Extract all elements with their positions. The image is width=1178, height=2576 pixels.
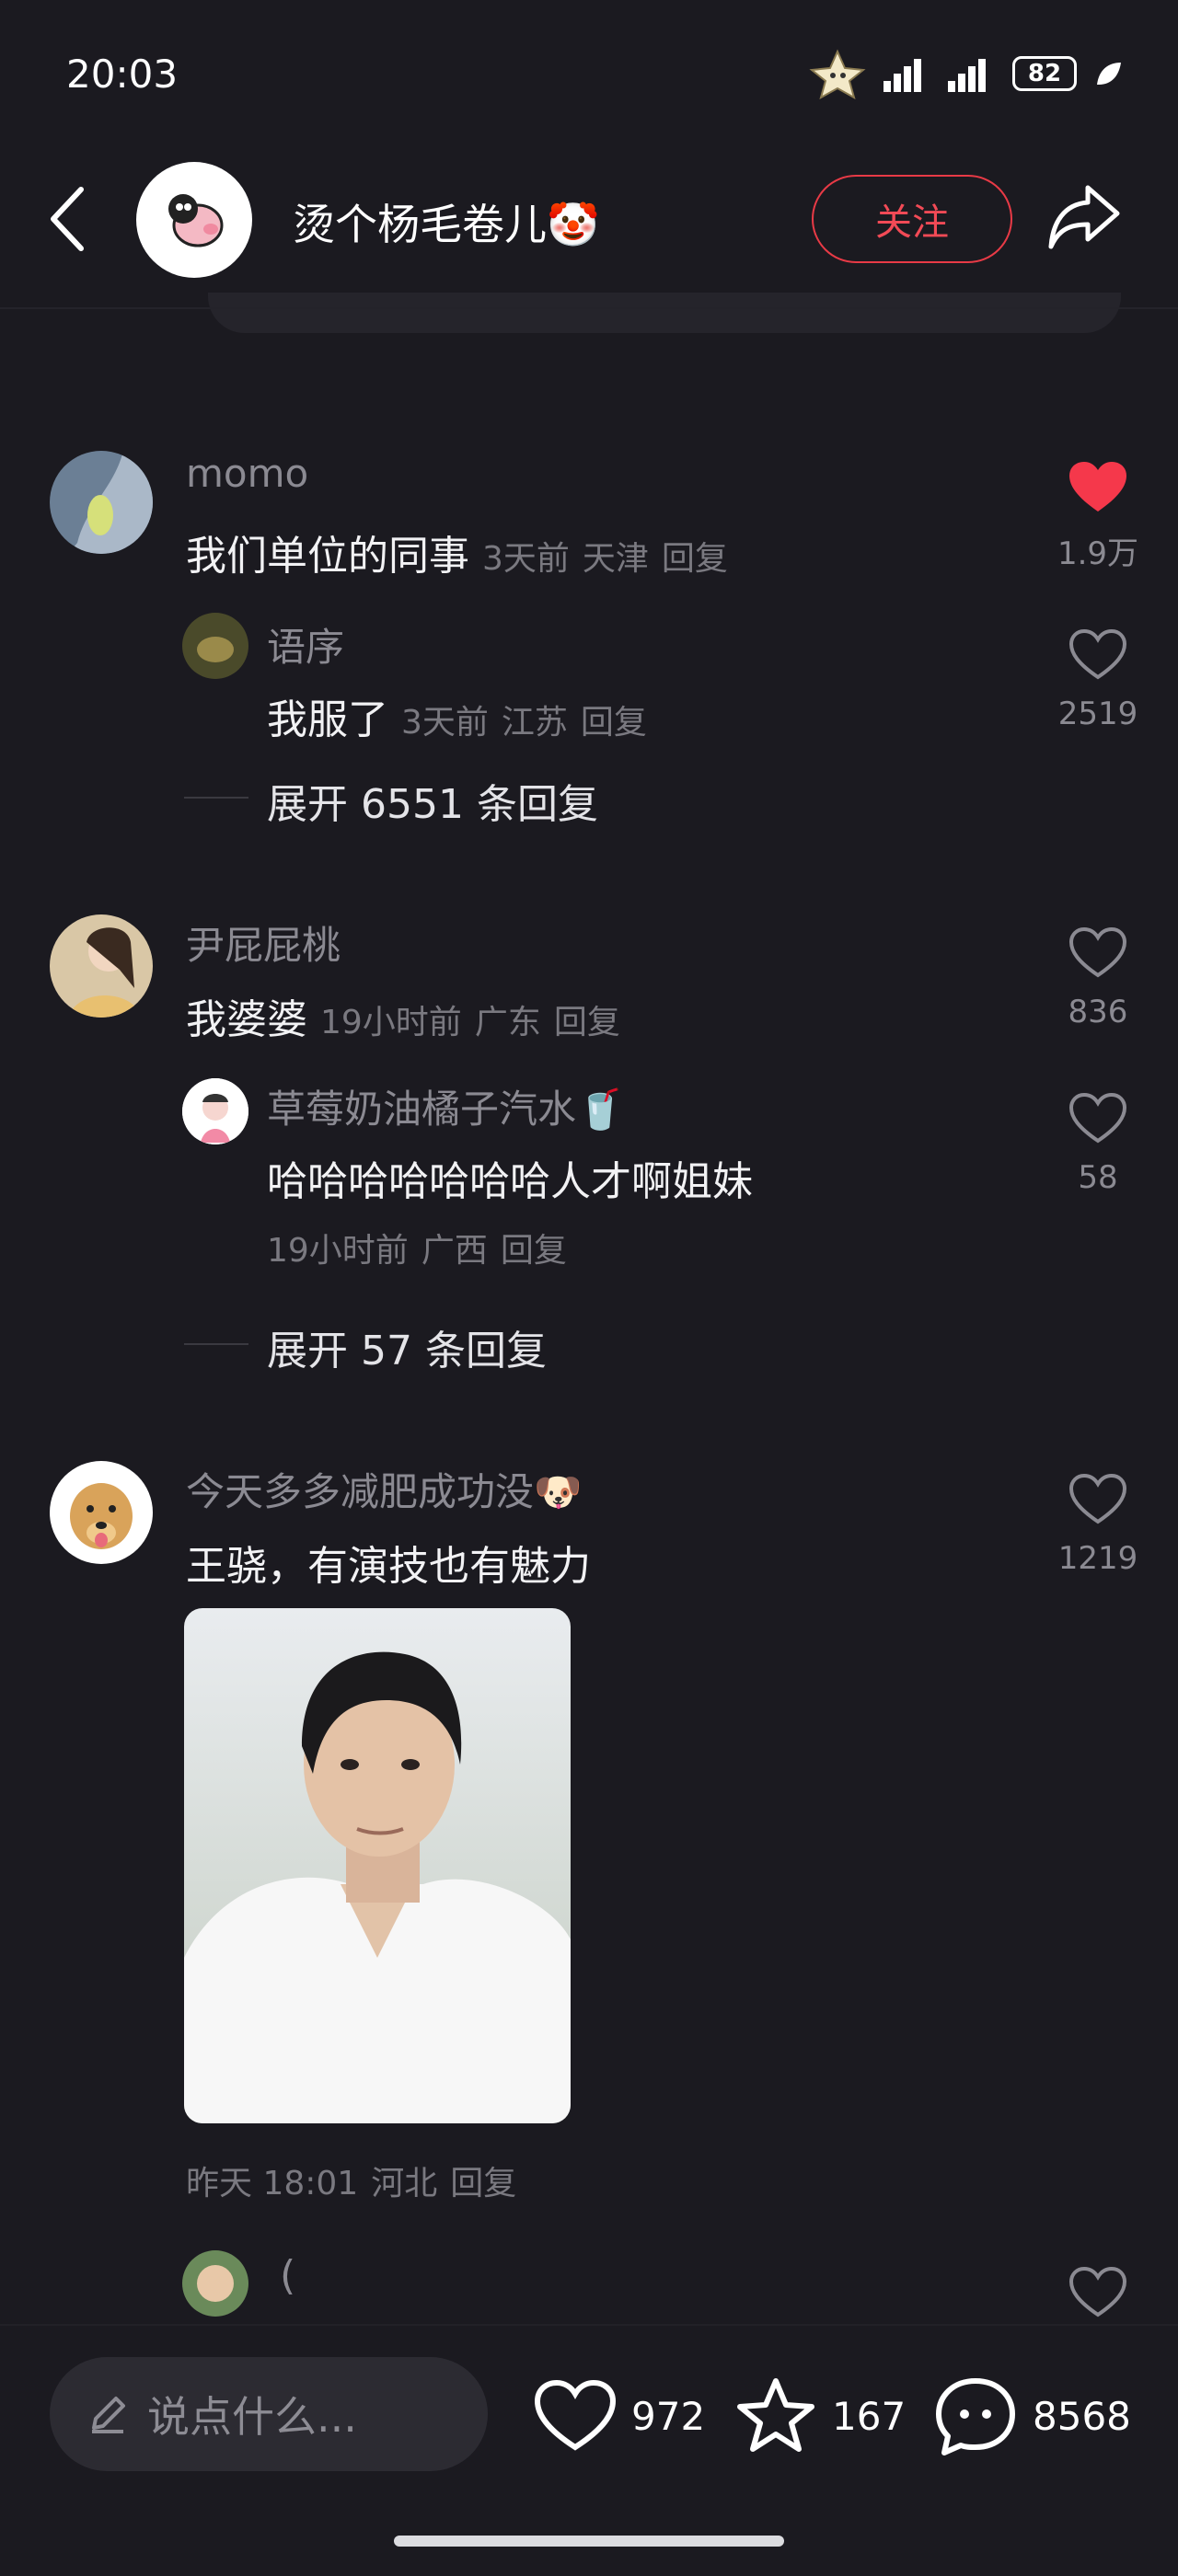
reply-time: 3天前 <box>401 704 489 742</box>
avatar-image <box>182 1078 248 1144</box>
status-time: 20:03 <box>66 52 179 97</box>
comment-avatar[interactable] <box>50 451 153 554</box>
comment-bubble-icon <box>936 2378 1015 2455</box>
bottom-divider <box>0 2324 1178 2326</box>
reply-avatar[interactable] <box>182 2250 248 2317</box>
comment-time: 昨天 18:01 <box>186 2165 359 2202</box>
comment-avatar[interactable] <box>50 1461 153 1564</box>
comment-avatar[interactable] <box>50 914 153 1018</box>
star-outline-icon <box>737 2378 814 2452</box>
comment-time: 19小时前 <box>320 1004 462 1041</box>
follow-button[interactable]: 关注 <box>812 175 1012 263</box>
like-count: 2519 <box>1057 696 1138 732</box>
like-button[interactable]: 58 <box>1047 1091 1149 1196</box>
signal-icon <box>884 59 921 92</box>
like-button[interactable]: 2519 <box>1047 627 1149 732</box>
photo-portrait <box>184 1608 571 2123</box>
comment-body: 我们单位的同事 3天前 天津 回复 <box>186 523 728 581</box>
reply-button[interactable]: 回复 <box>662 532 728 580</box>
share-icon <box>1048 185 1120 249</box>
heart-outline-icon <box>1068 926 1127 978</box>
comment-username[interactable]: momo <box>186 451 308 496</box>
reply-text: 我服了 <box>267 696 388 743</box>
like-button[interactable]: 836 <box>1047 926 1149 1030</box>
heart-outline-icon <box>1068 1092 1127 1144</box>
reply-button[interactable]: 回复 <box>554 995 620 1043</box>
like-count: 836 <box>1068 994 1128 1030</box>
heart-outline-icon <box>1068 2266 1127 2317</box>
dog-avatar-image <box>50 1461 153 1564</box>
home-indicator[interactable] <box>394 2536 784 2547</box>
back-button[interactable] <box>46 184 87 258</box>
reply-avatar[interactable] <box>182 613 248 679</box>
comment-username[interactable]: 今天多多减肥成功没🐶 <box>186 1461 582 1517</box>
reply-username[interactable]: 草莓奶油橘子汽水🥤 <box>267 1078 624 1134</box>
bottom-comment-button[interactable]: 8568 <box>933 2375 1131 2456</box>
author-avatar[interactable] <box>136 162 252 278</box>
bottom-like-button[interactable]: 972 <box>534 2379 705 2453</box>
reply-avatar[interactable] <box>182 1078 248 1144</box>
expand-replies-button[interactable]: 展开 6551 条回复 <box>267 771 598 830</box>
comment-location: 河北 <box>371 2165 438 2202</box>
reply-button[interactable]: 回复 <box>501 1224 567 1271</box>
reply-button[interactable]: 回复 <box>450 2156 516 2204</box>
leaf-icon <box>1097 63 1121 85</box>
comment-time: 3天前 <box>482 540 570 578</box>
bottom-like-count: 972 <box>631 2393 706 2439</box>
comment-location: 天津 <box>582 540 649 578</box>
comment-body: 我婆婆 19小时前 广东 回复 <box>186 986 620 1045</box>
bottom-favorite-count: 167 <box>832 2393 907 2439</box>
comment-username[interactable]: 尹屁屁桃 <box>186 914 341 971</box>
like-count: 1.9万 <box>1057 535 1139 572</box>
like-count: 1219 <box>1057 1540 1138 1577</box>
share-button[interactable] <box>1047 182 1121 256</box>
comment-image[interactable] <box>184 1608 571 2123</box>
reply-username[interactable]: 语序 <box>267 616 344 673</box>
heart-outline-icon <box>1068 628 1127 680</box>
comment-meta: 昨天 18:01 河北 回复 <box>186 2156 516 2204</box>
like-button[interactable] <box>1068 2265 1128 2324</box>
bottom-comment-count: 8568 <box>1033 2393 1131 2439</box>
chevron-left-icon <box>51 187 84 251</box>
expand-divider <box>184 797 248 799</box>
avatar-image <box>182 613 248 679</box>
comment-input[interactable]: 说点什么... <box>50 2357 488 2471</box>
like-button[interactable]: 1219 <box>1047 1472 1149 1577</box>
avatar-image <box>50 451 153 554</box>
comment-text: 我们单位的同事 <box>186 533 469 580</box>
expand-divider <box>184 1343 248 1345</box>
heart-outline-icon <box>534 2379 617 2451</box>
reply-body: 我服了 3天前 江苏 回复 <box>267 686 647 745</box>
header-divider <box>0 307 1178 309</box>
heart-outline-icon <box>1068 1473 1127 1524</box>
signal-icon-2 <box>948 59 986 92</box>
star-app-icon <box>809 49 866 99</box>
comment-input-placeholder: 说点什么... <box>147 2392 357 2442</box>
heart-filled-icon <box>1069 462 1126 512</box>
cartoon-avatar-icon <box>168 194 224 247</box>
status-icons: 82 <box>808 48 1123 99</box>
comment-text: 王骁，有演技也有魅力 <box>186 1543 591 1590</box>
reply-text: 哈哈哈哈哈哈哈人才啊姐妹 <box>267 1158 753 1205</box>
reply-location: 江苏 <box>501 704 568 742</box>
reply-location: 广西 <box>421 1232 488 1270</box>
avatar-image <box>182 2250 248 2317</box>
reply-time: 19小时前 <box>267 1232 409 1270</box>
bottom-favorite-button[interactable]: 167 <box>734 2375 906 2456</box>
comment-text: 我婆婆 <box>186 996 307 1043</box>
page-title: 烫个杨毛卷儿🤡 <box>293 200 600 249</box>
like-count: 58 <box>1078 1159 1118 1196</box>
avatar-image <box>50 914 153 1018</box>
reply-meta: 19小时前 广西 回复 <box>267 1224 567 1271</box>
pencil-icon <box>92 2397 125 2433</box>
battery-indicator: 82 <box>1012 56 1077 91</box>
reply-button[interactable]: 回复 <box>581 696 647 743</box>
previous-comment-bubble <box>208 293 1121 333</box>
reply-text-preview: ( <box>280 2252 296 2299</box>
like-button[interactable]: 1.9万 <box>1047 460 1149 573</box>
comment-location: 广东 <box>474 1004 541 1041</box>
expand-replies-button[interactable]: 展开 57 条回复 <box>267 1317 547 1376</box>
